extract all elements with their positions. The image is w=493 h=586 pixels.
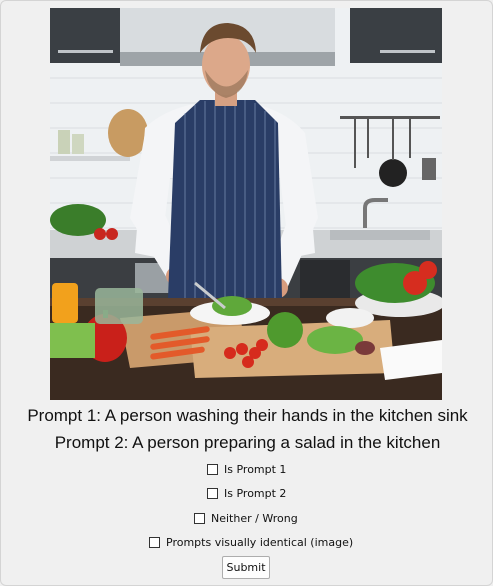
prompt-1-text: Prompt 1: A person washing their hands i… (27, 406, 468, 425)
prompt-2-text: Prompt 2: A person preparing a salad in … (54, 433, 441, 452)
checkbox-box[interactable] (194, 513, 205, 524)
checkbox-label: Is Prompt 2 (224, 487, 287, 500)
submit-button[interactable]: Submit (222, 556, 270, 579)
checkbox-label: Neither / Wrong (211, 512, 298, 525)
checkbox-box[interactable] (149, 537, 160, 548)
prompts-identical-checkbox[interactable]: Prompts visually identical (image) (149, 536, 353, 549)
checkbox-box[interactable] (207, 488, 218, 499)
kitchen-photo (50, 8, 442, 400)
is-prompt-2-checkbox[interactable]: Is Prompt 2 (207, 487, 286, 500)
neither-wrong-checkbox[interactable]: Neither / Wrong (194, 512, 298, 525)
is-prompt-1-checkbox[interactable]: Is Prompt 1 (207, 463, 286, 476)
checkbox-box[interactable] (207, 464, 218, 475)
checkbox-label: Is Prompt 1 (224, 463, 287, 476)
checkbox-label: Prompts visually identical (image) (166, 536, 354, 549)
dialog-window: Prompt 1: A person washing their hands i… (0, 0, 493, 586)
